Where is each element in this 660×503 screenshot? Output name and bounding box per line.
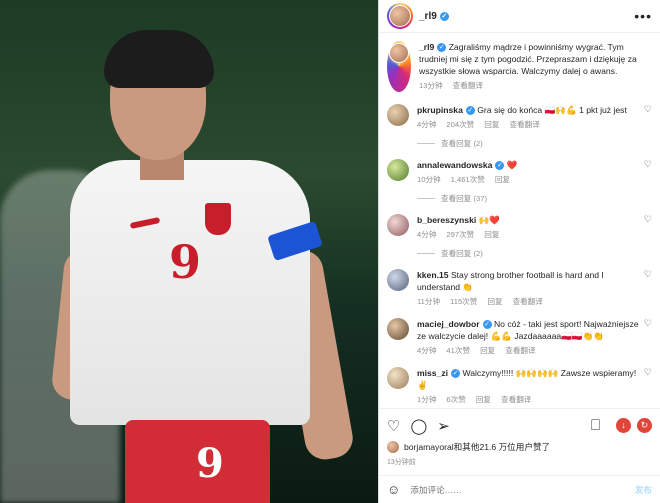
like-heart-icon[interactable]: ♡ — [644, 214, 652, 241]
caption-avatar[interactable] — [389, 43, 409, 63]
caption: _rl9 ✓ Zagraliśmy mądrze i powinniśmy wyg… — [387, 41, 652, 92]
comment-input[interactable] — [408, 483, 635, 496]
comment-likes[interactable]: 115次赞 — [450, 297, 477, 306]
likes-text: borjamayoral和其他21.6 万位用户赞了 — [404, 442, 551, 452]
comment-time: 4分钟 — [417, 230, 437, 239]
player-hair — [104, 30, 214, 88]
translate-link[interactable]: 查看翻译 — [505, 346, 535, 355]
commenter-avatar[interactable] — [387, 104, 409, 126]
comment-text: Walczymy!!!!! 🙌🙌🙌🙌 Zawsze wspieramy! ✌️ — [417, 368, 637, 390]
share-icon[interactable]: ➢ — [437, 417, 450, 435]
reply-button[interactable]: 回复 — [487, 297, 502, 306]
like-heart-icon[interactable]: ♡ — [644, 104, 652, 131]
add-comment-bar: ☺ 发布 — [379, 475, 660, 503]
reply-button[interactable]: 回复 — [480, 346, 495, 355]
comment-time: 1分钟 — [417, 395, 437, 404]
verified-icon: ✓ — [495, 161, 505, 170]
likes-summary[interactable]: borjamayoral和其他21.6 万位用户赞了 — [387, 441, 652, 453]
reply-button[interactable]: 回复 — [484, 230, 499, 239]
comment-username[interactable]: miss_zi — [417, 368, 448, 378]
like-heart-icon[interactable]: ♡ — [387, 417, 400, 435]
comment-username[interactable]: annalewandowska — [417, 160, 492, 170]
instagram-post-view: 9 9 _rl9 ✓ ••• _rl9 ✓ Zagraliśmy mądrze i … — [0, 0, 660, 503]
comment-username[interactable]: pkrupinska — [417, 105, 463, 115]
post-button[interactable]: 发布 — [635, 484, 652, 496]
comment-time: 10分钟 — [417, 175, 441, 184]
shirt-number: 9 — [168, 235, 201, 289]
comment-likes[interactable]: 6次赞 — [446, 395, 465, 404]
view-replies-link[interactable]: 查看回复 (2) — [417, 138, 652, 149]
verified-icon: ✓ — [437, 43, 447, 52]
comment: b_bereszynski 🙌❤️ 4分钟 297次赞 回复 ♡ 查看回复 (2) — [387, 214, 652, 259]
avatar[interactable] — [389, 5, 411, 27]
liker-avatar[interactable] — [387, 441, 399, 453]
comments-scroll-area[interactable]: _rl9 ✓ Zagraliśmy mądrze i powinniśmy wyg… — [379, 33, 660, 407]
caption-time: 13分钟 — [419, 81, 443, 90]
comment-time: 11分钟 — [417, 297, 441, 306]
download-icon[interactable]: ↓ — [616, 418, 631, 433]
view-replies-link[interactable]: 查看回复 (2) — [417, 248, 652, 259]
view-replies-link[interactable]: 查看回复 (37) — [417, 193, 652, 204]
post-header: _rl9 ✓ ••• — [379, 0, 660, 33]
translate-link[interactable]: 查看翻译 — [501, 395, 531, 404]
header-username[interactable]: _rl9 ✓ — [419, 11, 449, 22]
comment-time: 4分钟 — [417, 120, 437, 129]
comment-likes[interactable]: 297次赞 — [446, 230, 474, 239]
verified-icon: ✓ — [451, 369, 461, 378]
translate-link[interactable]: 查看翻译 — [509, 120, 539, 129]
translate-link[interactable]: 查看翻译 — [513, 297, 543, 306]
comment: pkrupinska ✓ Gra się do końca 🇵🇱🙌💪 1 pkt … — [387, 104, 652, 149]
post-side-panel: _rl9 ✓ ••• _rl9 ✓ Zagraliśmy mądrze i powi… — [378, 0, 660, 503]
comment-username[interactable]: b_bereszynski — [417, 215, 476, 225]
commenter-avatar[interactable] — [387, 318, 409, 340]
comment-username[interactable]: maciej_dowbor — [417, 319, 480, 329]
post-photo[interactable]: 9 9 — [0, 0, 378, 503]
caption-username[interactable]: _rl9 — [419, 42, 434, 52]
comment-time: 4分钟 — [417, 346, 437, 355]
like-heart-icon[interactable]: ♡ — [644, 367, 652, 406]
like-heart-icon[interactable]: ♡ — [644, 159, 652, 186]
commenter-avatar[interactable] — [387, 159, 409, 181]
comment-text: Gra się do końca 🇵🇱🙌💪 1 pkt już jest — [477, 105, 627, 115]
commenter-avatar[interactable] — [387, 214, 409, 236]
comment-username[interactable]: kken.15 — [417, 270, 449, 280]
comment-text: 🙌❤️ — [478, 215, 501, 225]
comment: annalewandowska ✓ ❤️ 10分钟 1,461次赞 回复 ♡ 查看回复… — [387, 159, 652, 204]
shorts-number: 9 — [196, 440, 224, 487]
comment: maciej_dowbor ✓ No cóż - taki jest sport!… — [387, 318, 652, 357]
like-heart-icon[interactable]: ♡ — [644, 318, 652, 357]
bookmark-icon[interactable]: ⎕ — [591, 417, 600, 434]
caption-story-ring[interactable] — [387, 41, 411, 92]
story-ring[interactable] — [387, 3, 413, 29]
comment-likes[interactable]: 204次赞 — [446, 120, 474, 129]
reply-button[interactable]: 回复 — [484, 120, 499, 129]
like-heart-icon[interactable]: ♡ — [644, 269, 652, 308]
action-bar: ♡ ◯ ➢ ⎕ ↓ ↻ — [379, 408, 660, 442]
verified-icon: ✓ — [439, 11, 449, 21]
reply-button[interactable]: 回复 — [476, 395, 491, 404]
poland-crest — [205, 203, 231, 235]
comment-text: ❤️ — [506, 160, 518, 170]
more-options-icon[interactable]: ••• — [634, 8, 652, 24]
player-shirt — [70, 160, 310, 425]
emoji-icon[interactable]: ☺ — [387, 482, 400, 497]
caption-text: Zagraliśmy mądrze i powinniśmy wygrać. T… — [419, 42, 637, 76]
commenter-avatar[interactable] — [387, 269, 409, 291]
comment: kken.15 Stay strong brother football is … — [387, 269, 652, 308]
comment-icon[interactable]: ◯ — [410, 417, 427, 435]
reply-button[interactable]: 回复 — [495, 175, 510, 184]
verified-icon: ✓ — [465, 106, 475, 115]
commenter-avatar[interactable] — [387, 367, 409, 389]
comment: miss_zi ✓ Walczymy!!!!! 🙌🙌🙌🙌 Zawsze wspie… — [387, 367, 652, 406]
caption-translate-link[interactable]: 查看翻译 — [453, 81, 483, 90]
comment-likes[interactable]: 1,461次赞 — [451, 175, 485, 184]
verified-icon: ✓ — [482, 320, 492, 329]
comment-likes[interactable]: 41次赞 — [446, 346, 470, 355]
refresh-icon[interactable]: ↻ — [637, 418, 652, 433]
post-timestamp: 13分钟前 — [387, 459, 416, 466]
